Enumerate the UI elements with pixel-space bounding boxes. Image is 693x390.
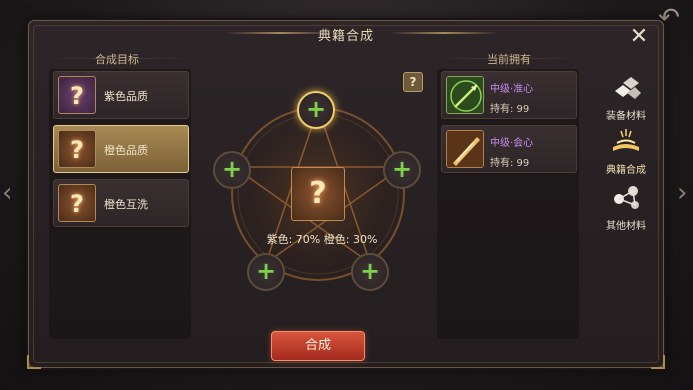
target-label: 紫色品质	[104, 90, 148, 103]
material-slot-left[interactable]: +	[213, 151, 251, 189]
owned-item[interactable]: 中级·准心 持有: 99	[441, 71, 577, 119]
material-slot-top[interactable]: +	[297, 91, 335, 129]
frame-corner	[27, 355, 41, 369]
item-name: 中级·会心	[490, 138, 534, 149]
target-item-purple[interactable]: ? 紫色品质	[53, 71, 189, 119]
divider	[437, 58, 579, 59]
owned-item[interactable]: 中级·会心 持有: 99	[441, 125, 577, 173]
target-list: ? 紫色品质 ? 橙色品质 ? 橙色互洗	[49, 69, 191, 339]
material-slot-right[interactable]: +	[383, 151, 421, 189]
owned-heading: 当前拥有	[487, 53, 531, 66]
target-item-orange[interactable]: ? 橙色品质	[53, 125, 189, 173]
title-ornament-right	[389, 32, 499, 34]
bow-icon	[446, 76, 484, 114]
book-icon	[613, 129, 639, 151]
material-slot-bottom-left[interactable]: +	[247, 253, 285, 291]
next-arrow-icon[interactable]: ›	[677, 178, 691, 208]
materials-icon	[615, 77, 641, 99]
target-label: 橙色品质	[104, 144, 148, 157]
question-icon: ?	[58, 76, 96, 114]
target-label: 橙色互洗	[104, 198, 148, 211]
target-item-orange-reroll[interactable]: ? 橙色互洗	[53, 179, 189, 227]
material-slot-bottom-right[interactable]: +	[351, 253, 389, 291]
question-icon: ?	[58, 130, 96, 168]
item-count: 持有: 99	[490, 104, 530, 115]
synthesis-dialog: 典籍合成 ✕ 合成目标 ? 紫色品质 ? 橙色品质 ? 橙色互洗 ? + + +…	[27, 20, 665, 369]
tab-equipment-materials[interactable]: 装备材料	[591, 73, 661, 133]
tab-label: 装备材料	[606, 111, 646, 122]
tab-label: 典籍合成	[606, 165, 646, 176]
target-heading: 合成目标	[95, 53, 139, 66]
help-button[interactable]: ?	[403, 72, 423, 92]
nodes-icon	[614, 186, 639, 209]
slash-icon	[446, 130, 484, 168]
divider	[49, 58, 191, 59]
prev-arrow-icon[interactable]: ‹	[2, 178, 16, 208]
item-count: 持有: 99	[490, 158, 530, 169]
tab-book-synthesis[interactable]: 典籍合成	[591, 127, 661, 187]
question-icon: ?	[58, 184, 96, 222]
frame-corner	[651, 355, 665, 369]
result-slot[interactable]: ?	[291, 167, 345, 221]
dialog-title: 典籍合成	[317, 29, 374, 44]
item-name: 中级·准心	[490, 84, 534, 95]
probability-text: 紫色: 70% 橙色: 30%	[266, 233, 378, 246]
close-icon[interactable]: ✕	[625, 23, 653, 51]
craft-button[interactable]: 合成	[271, 331, 365, 361]
owned-list: 中级·准心 持有: 99 中级·会心 持有: 99	[437, 69, 579, 339]
tab-other-materials[interactable]: 其他材料	[591, 183, 661, 243]
tab-label: 其他材料	[606, 221, 646, 232]
